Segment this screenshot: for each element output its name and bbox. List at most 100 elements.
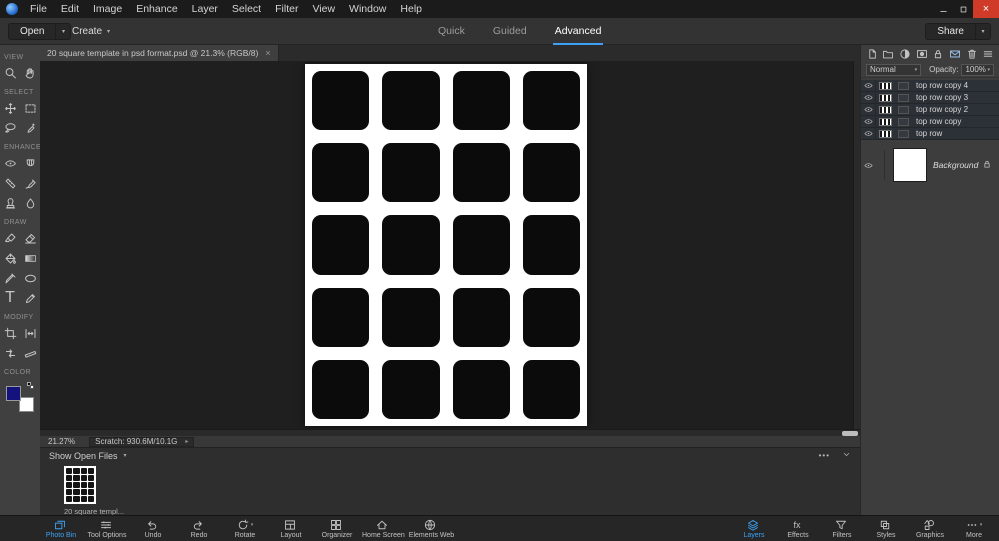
paint-bucket-tool-button[interactable]: [1, 249, 19, 267]
shape-tool-button[interactable]: [21, 269, 39, 287]
layer-row[interactable]: top row: [861, 128, 999, 140]
mode-tab[interactable]: Advanced: [552, 18, 604, 45]
layer-visibility-eye-icon[interactable]: [861, 104, 876, 115]
type-tool-button[interactable]: T: [1, 289, 19, 307]
layer-visibility-eye-icon[interactable]: [861, 80, 876, 91]
layer-mask-icon[interactable]: [915, 47, 929, 60]
maximize-icon[interactable]: [953, 0, 973, 18]
background-visibility-eye-icon[interactable]: [861, 161, 876, 170]
panel-menu-icon[interactable]: [981, 47, 995, 60]
taskbar-item[interactable]: ▾ More: [953, 516, 995, 541]
photo-bin-thumbnail[interactable]: [64, 466, 96, 504]
menu-item[interactable]: Layer: [185, 0, 225, 18]
minimize-icon[interactable]: [933, 0, 953, 18]
taskbar-item[interactable]: Layers: [733, 516, 775, 541]
background-layer-row[interactable]: Background: [861, 146, 999, 184]
taskbar-item[interactable]: Elements Web: [409, 516, 454, 541]
layer-visibility-eye-icon[interactable]: [861, 116, 876, 127]
default-swatches-icon[interactable]: [27, 382, 34, 389]
taskbar-item[interactable]: Redo: [178, 516, 220, 541]
create-button[interactable]: Create ▾: [72, 23, 110, 40]
layer-visibility-eye-icon[interactable]: [861, 128, 876, 139]
pencil-tool-button[interactable]: [21, 289, 39, 307]
taskbar-item[interactable]: Filters: [821, 516, 863, 541]
new-layer-icon[interactable]: [865, 47, 879, 60]
close-icon[interactable]: ×: [973, 0, 999, 18]
tab-close-icon[interactable]: ×: [265, 48, 270, 58]
layer-row[interactable]: top row copy 3: [861, 92, 999, 104]
straighten-tool-button[interactable]: [21, 344, 39, 362]
taskbar-item[interactable]: ▾ Rotate: [224, 516, 266, 541]
menu-item[interactable]: Image: [86, 0, 129, 18]
canvas-square: [80, 475, 87, 481]
zoom-tool-button[interactable]: [1, 64, 19, 82]
scratch-status[interactable]: Scratch: 930.6M/10.1G ▸: [89, 436, 195, 447]
taskbar-item[interactable]: Photo Bin: [40, 516, 82, 541]
quick-selection-tool-button[interactable]: [21, 119, 39, 137]
eyedropper-tool-button[interactable]: [1, 269, 19, 287]
marquee-tool-button[interactable]: [21, 99, 39, 117]
menu-item[interactable]: View: [305, 0, 342, 18]
eraser-tool-button[interactable]: [21, 229, 39, 247]
document-tab[interactable]: 20 square template in psd format.psd @ 2…: [40, 45, 279, 61]
taskbar-item[interactable]: fx Effects: [777, 516, 819, 541]
taskbar-item[interactable]: Undo: [132, 516, 174, 541]
opacity-input[interactable]: 100% ▾: [961, 63, 994, 76]
spot-healing-tool-button[interactable]: [1, 174, 19, 192]
photo-bin-collapse-icon[interactable]: [842, 450, 851, 461]
lock-layer-icon[interactable]: [932, 47, 946, 60]
document-canvas[interactable]: [305, 64, 587, 426]
taskbar-item[interactable]: Tool Options: [86, 516, 128, 541]
mode-tab[interactable]: Quick: [436, 18, 467, 45]
clone-stamp-tool-button[interactable]: [1, 194, 19, 212]
taskbar-item[interactable]: Styles: [865, 516, 907, 541]
taskbar-item[interactable]: Organizer: [316, 516, 358, 541]
canvas-square: [80, 489, 87, 495]
layer-row[interactable]: top row copy 4: [861, 80, 999, 92]
foreground-color-swatch[interactable]: [6, 386, 21, 401]
menu-item[interactable]: File: [23, 0, 54, 18]
vertical-scrollbar[interactable]: [853, 61, 860, 429]
open-dropdown-icon[interactable]: ▾: [55, 24, 70, 39]
smart-brush-tool-button[interactable]: [21, 174, 39, 192]
gradient-tool-button[interactable]: [21, 249, 39, 267]
content-aware-move-tool-button[interactable]: [1, 344, 19, 362]
layer-visibility-eye-icon[interactable]: [861, 92, 876, 103]
mode-tab[interactable]: Guided: [491, 18, 529, 45]
share-dropdown-icon[interactable]: ▾: [975, 24, 990, 39]
photo-bin-filter-label[interactable]: Show Open Files: [49, 451, 118, 461]
taskbar-item[interactable]: Graphics: [909, 516, 951, 541]
menu-item[interactable]: Filter: [268, 0, 305, 18]
crop-tool-button[interactable]: [1, 324, 19, 342]
hand-tool-button[interactable]: [21, 64, 39, 82]
menu-item[interactable]: Window: [342, 0, 393, 18]
share-button[interactable]: Share ▾: [925, 23, 991, 40]
scratch-flyout-icon[interactable]: ▸: [185, 438, 188, 445]
menu-item[interactable]: Help: [393, 0, 429, 18]
blend-mode-select[interactable]: Normal ▾: [866, 63, 922, 76]
red-eye-tool-button[interactable]: [1, 154, 19, 172]
taskbar-item[interactable]: Home Screen: [362, 516, 405, 541]
background-color-swatch[interactable]: [19, 397, 34, 412]
menu-item[interactable]: Select: [225, 0, 268, 18]
whiten-teeth-tool-button[interactable]: [21, 154, 39, 172]
blur-tool-button[interactable]: [21, 194, 39, 212]
taskbar-item[interactable]: Layout: [270, 516, 312, 541]
photo-bin-menu-icon[interactable]: •••: [819, 451, 830, 460]
horizontal-scrollbar[interactable]: [40, 429, 860, 436]
envelope-icon[interactable]: [948, 47, 962, 60]
layer-row[interactable]: top row copy 2: [861, 104, 999, 116]
menu-item[interactable]: Enhance: [129, 0, 184, 18]
brush-tool-button[interactable]: [1, 229, 19, 247]
open-button[interactable]: Open ▾: [8, 23, 72, 40]
delete-layer-icon[interactable]: [965, 47, 979, 60]
menu-item[interactable]: Edit: [54, 0, 86, 18]
recompose-tool-button[interactable]: [21, 324, 39, 342]
tool-section-label-color: COLOR: [4, 369, 31, 376]
new-group-icon[interactable]: [882, 47, 896, 60]
photo-bin-filter-dropdown-icon[interactable]: ▾: [124, 452, 127, 459]
lasso-tool-button[interactable]: [1, 119, 19, 137]
layer-row[interactable]: top row copy: [861, 116, 999, 128]
move-tool-button[interactable]: [1, 99, 19, 117]
adjustment-layer-icon[interactable]: [898, 47, 912, 60]
